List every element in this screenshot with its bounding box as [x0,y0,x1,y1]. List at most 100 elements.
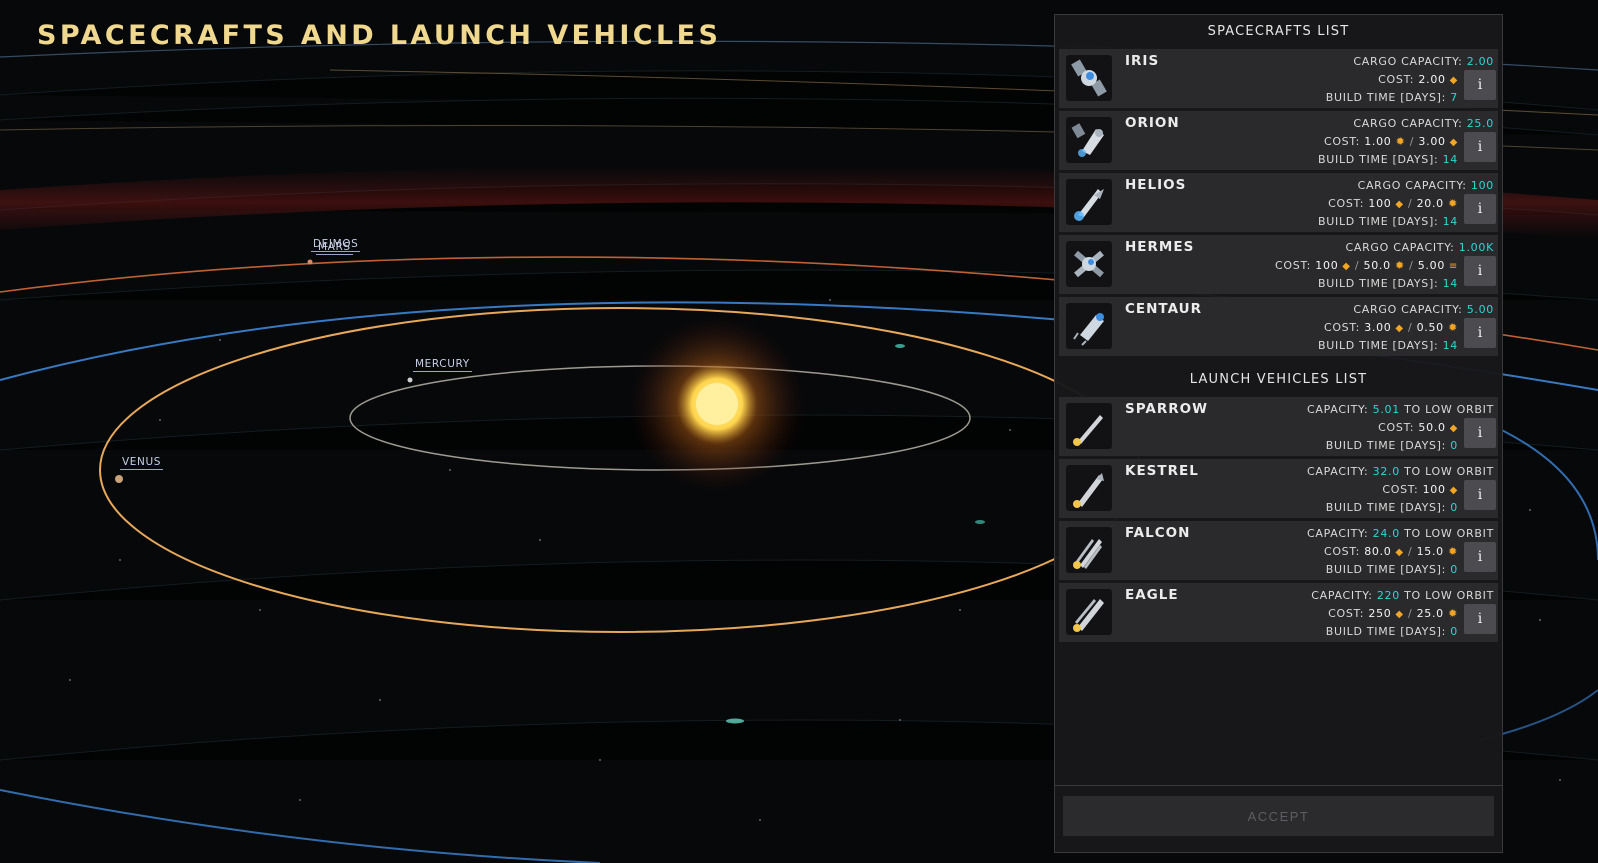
capacity-line: CAPACITY: 220 TO LOW ORBIT [1311,587,1494,605]
info-button[interactable]: i [1464,542,1496,572]
capacity-line: CARGO CAPACITY: 2.00 [1326,53,1494,71]
sun[interactable] [696,383,738,425]
cost-value: 100 [1422,482,1446,496]
spacecraft-row-iris[interactable]: IRIS CARGO CAPACITY: 2.00 COST: 2.00 ◆ BUIL… [1059,49,1498,108]
cost-label: COST: [1323,544,1360,558]
info-button[interactable]: i [1464,194,1496,224]
capacity-value: 220 [1376,589,1400,602]
vehicle-name: IRIS [1125,53,1160,69]
build-time-label: BUILD TIME [DAYS]: [1325,563,1447,577]
vehicle-name: KESTREL [1125,463,1199,479]
launch-vehicle-row-falcon[interactable]: FALCON CAPACITY: 24.0 TO LOW ORBIT COST: 8… [1059,521,1498,580]
build-time-label: BUILD TIME [DAYS]: [1325,625,1447,639]
cost-value: 250 [1368,606,1392,620]
cost-line: COST: 100 ◆ / 50.0 ✹ / 5.00 ≡ [1275,257,1494,276]
capacity-value: 1.00K [1458,241,1494,254]
credits-diamond-icon: ◆ [1391,198,1404,210]
rocket-heavy-icon [1066,527,1112,573]
material-gear-icon: ✹ [1390,258,1405,272]
cost-label: COST: [1328,196,1365,210]
mars-planet[interactable] [307,259,313,265]
launch-vehicle-row-sparrow[interactable]: SPARROW CAPACITY: 5.01 TO LOW ORBIT COST: … [1059,397,1498,456]
planet-label-mercury[interactable]: MERCURY [413,358,472,372]
info-button[interactable]: i [1464,70,1496,100]
cost-value: 50.0 [1363,258,1391,272]
cost-separator: / [1403,544,1417,558]
capacity-line: CAPACITY: 5.01 TO LOW ORBIT [1307,401,1494,419]
fuel-bars-icon: ≡ [1445,260,1458,272]
vehicle-name: EAGLE [1125,587,1179,603]
launch-vehicle-row-kestrel[interactable]: KESTREL CAPACITY: 32.0 TO LOW ORBIT COST: … [1059,459,1498,518]
capacity-suffix: TO LOW ORBIT [1404,403,1494,416]
cost-value: 50.0 [1418,420,1446,434]
cost-value: 100 [1368,196,1392,210]
rocket-super-heavy-icon [1066,589,1112,635]
capacity-label: CARGO CAPACITY: [1353,117,1463,130]
spacecrafts-header: SPACECRAFTS LIST [1207,24,1350,39]
cost-value: 15.0 [1416,544,1444,558]
planet-label-venus[interactable]: VENUS [120,456,164,470]
vehicle-selection-panel: SPACECRAFTS LIST IRIS CARGO CAPACITY: 2.0… [1054,14,1503,853]
info-button[interactable]: i [1464,604,1496,634]
lander-icon [1066,303,1112,349]
info-button[interactable]: i [1464,256,1496,286]
capacity-value: 100 [1470,179,1494,192]
vehicle-name: HERMES [1125,239,1195,255]
credits-diamond-icon: ◆ [1445,422,1458,434]
cost-separator: / [1403,196,1417,210]
build-time-label: BUILD TIME [DAYS]: [1318,215,1439,229]
cost-separator: / [1404,258,1418,272]
capacity-line: CAPACITY: 24.0 TO LOW ORBIT [1307,525,1494,543]
spacecraft-row-helios[interactable]: HELIOS CARGO CAPACITY: 100 COST: 100 ◆ / 2… [1059,173,1498,232]
rocket-small-icon [1066,403,1112,449]
cost-label: COST: [1323,320,1360,334]
capacity-label: CARGO CAPACITY: [1353,303,1463,316]
info-button[interactable]: i [1464,480,1496,510]
spacecraft-row-hermes[interactable]: HERMES CARGO CAPACITY: 1.00K COST: 100 ◆ /… [1059,235,1498,294]
page-title: SPACECRAFTS AND LAUNCH VEHICLES [37,20,722,51]
satellite-icon [1066,55,1112,101]
shuttle-icon [1066,179,1112,225]
credits-diamond-icon: ◆ [1391,608,1404,620]
cost-value: 3.00 [1364,320,1392,334]
accept-button[interactable]: ACCEPT [1063,796,1494,836]
build-time-value: 7 [1450,91,1458,105]
vehicle-name: HELIOS [1125,177,1187,193]
build-time-value: 14 [1442,339,1458,353]
material-gear-icon: ✹ [1391,134,1406,148]
cost-separator: / [1403,606,1417,620]
credits-diamond-icon: ◆ [1391,322,1404,334]
vehicle-name: CENTAUR [1125,301,1202,317]
info-button[interactable]: i [1464,418,1496,448]
cost-label: COST: [1323,134,1360,148]
cost-label: COST: [1378,72,1415,86]
credits-diamond-icon: ◆ [1445,74,1458,86]
launch-vehicles-header: LAUNCH VEHICLES LIST [1189,372,1368,387]
build-time-value: 14 [1442,153,1458,167]
cost-label: COST: [1378,420,1415,434]
vehicle-name: SPARROW [1125,401,1208,417]
info-button[interactable]: i [1464,132,1496,162]
info-button[interactable]: i [1464,318,1496,348]
cost-separator: / [1403,320,1417,334]
capacity-line: CAPACITY: 32.0 TO LOW ORBIT [1307,463,1494,481]
build-time-value: 0 [1450,563,1458,577]
capsule-icon [1066,117,1112,163]
build-time-value: 0 [1450,501,1458,515]
planet-label-mars[interactable]: MARS [316,241,353,255]
cost-label: COST: [1275,258,1312,272]
capacity-label: CAPACITY: [1307,403,1369,416]
build-time-label: BUILD TIME [DAYS]: [1325,439,1447,453]
launch-vehicle-row-eagle[interactable]: EAGLE CAPACITY: 220 TO LOW ORBIT COST: 250… [1059,583,1498,642]
capacity-suffix: TO LOW ORBIT [1404,589,1494,602]
spacecraft-row-centaur[interactable]: CENTAUR CARGO CAPACITY: 5.00 COST: 3.00 ◆ … [1059,297,1498,356]
cost-label: COST: [1382,482,1419,496]
mercury-planet[interactable] [407,377,413,383]
venus-planet[interactable] [115,475,123,483]
build-time-value: 0 [1450,439,1458,453]
station-icon [1066,241,1112,287]
cost-value: 0.50 [1416,320,1444,334]
cost-value: 100 [1315,258,1339,272]
capacity-line: CARGO CAPACITY: 1.00K [1275,239,1494,257]
spacecraft-row-orion[interactable]: ORION CARGO CAPACITY: 25.0 COST: 1.00 ✹ / … [1059,111,1498,170]
